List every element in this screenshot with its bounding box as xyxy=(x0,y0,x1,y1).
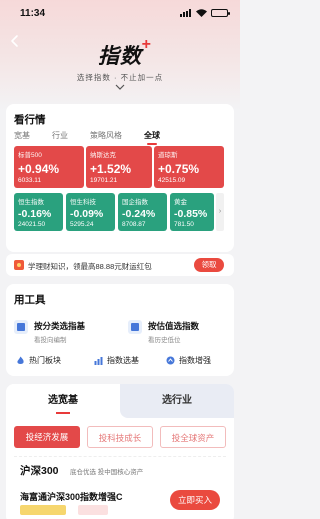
tab-industry[interactable]: 行业 xyxy=(52,130,68,141)
signal-icon xyxy=(180,9,192,17)
market-tabs: 宽基 行业 策略风格 全球 xyxy=(14,130,182,141)
index-description: 底仓优选 投中国核心资产 xyxy=(70,469,144,476)
divider xyxy=(14,456,226,457)
buy-now-button[interactable]: 立即买入 xyxy=(170,490,220,510)
more-tiles-indicator[interactable]: › xyxy=(216,193,224,231)
wifi-icon xyxy=(196,9,207,17)
tools-title: 用工具 xyxy=(14,294,46,306)
picker-tabs: 选宽基 选行业 xyxy=(6,384,234,418)
tab-strategy[interactable]: 策略风格 xyxy=(90,130,122,141)
status-time: 11:34 xyxy=(20,8,46,19)
status-icons xyxy=(180,9,230,17)
chart-icon xyxy=(128,320,142,334)
index-tile-dowjones[interactable]: 道琼斯 +0.75% 42515.09 xyxy=(154,146,224,188)
plus-mark: + xyxy=(141,36,152,53)
claim-button[interactable]: 领取 xyxy=(194,258,224,272)
tab-broad[interactable]: 宽基 xyxy=(14,130,30,141)
tool-index-fund-picker[interactable]: 指数选基 xyxy=(94,355,139,366)
page-title: 指数 + xyxy=(98,36,152,68)
status-bar: 11:34 xyxy=(0,0,240,26)
fund-name[interactable]: 海富通沪深300指数增强C xyxy=(20,490,123,503)
index-name: 沪深300 xyxy=(20,465,59,477)
index-tile-hstech[interactable]: 恒生科技 -0.09% 5295.24 xyxy=(66,193,115,231)
grid-icon xyxy=(14,320,28,334)
boost-icon xyxy=(166,356,175,365)
chip-tech-growth[interactable]: 投科技成长 xyxy=(87,426,153,448)
tool-by-valuation[interactable]: 按估值选指数 看历史低位 xyxy=(128,320,199,344)
flame-icon xyxy=(17,356,24,364)
tab-select-industry[interactable]: 选行业 xyxy=(120,384,234,418)
index-tile-sp500[interactable]: 标普500 +0.94% 6033.11 xyxy=(14,146,84,188)
index-tile-hscei[interactable]: 国企指数 -0.24% 8708.87 xyxy=(118,193,167,231)
tool-enhanced-index[interactable]: 指数增强 xyxy=(166,355,211,366)
index-tile-nasdaq[interactable]: 纳斯达克 +1.52% 19701.21 xyxy=(86,146,152,188)
tool-hot-sectors[interactable]: 热门板块 xyxy=(16,355,61,366)
fund-tag xyxy=(78,505,108,515)
tab-global[interactable]: 全球 xyxy=(144,130,160,141)
page-header: 指数 + 选择指数 · 不止加一点 xyxy=(0,36,240,90)
coupon-banner[interactable]: 学理财知识，领最高88.88元财运红包 领取 xyxy=(6,254,234,276)
market-title: 看行情 xyxy=(14,114,46,126)
index-tile-hsi[interactable]: 恒生指数 -0.16% 24021.50 xyxy=(14,193,63,231)
index-tile-gold[interactable]: 黄金 -0.85% 781.50 xyxy=(170,193,214,231)
chevron-down-icon[interactable] xyxy=(115,84,125,90)
coupon-icon xyxy=(14,260,24,270)
bar-chart-icon xyxy=(94,357,103,365)
tab-broad-base[interactable]: 选宽基 xyxy=(6,384,120,418)
tool-by-category[interactable]: 按分类选指基 看投向编制 xyxy=(14,320,85,344)
fund-tag xyxy=(20,505,66,515)
chip-economic-growth[interactable]: 投经济发展 xyxy=(14,426,80,448)
coupon-text: 学理财知识，领最高88.88元财运红包 xyxy=(28,262,152,271)
index-picker-card: 选宽基 选行业 投经济发展 投科技成长 投全球资产 沪深300 底仓优选 投中国… xyxy=(6,384,234,519)
page-slogan: 选择指数 · 不止加一点 xyxy=(76,73,164,82)
battery-icon xyxy=(211,9,230,17)
tools-card: 用工具 按分类选指基 看投向编制 按估值选指数 看历史低位 热门板块 指数选基 … xyxy=(6,284,234,376)
chip-global-assets[interactable]: 投全球资产 xyxy=(160,426,226,448)
